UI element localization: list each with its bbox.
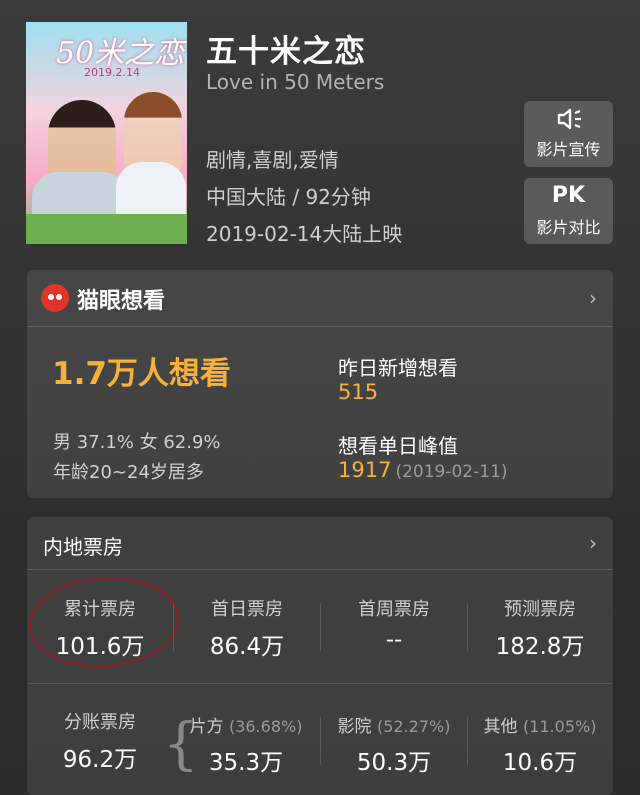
boxoffice-title: 内地票房	[43, 535, 123, 559]
split-cinema-pct: (52.27%)	[376, 717, 451, 736]
pk-button-label: 影片对比	[536, 218, 601, 237]
promo-button-label: 影片宣传	[536, 140, 601, 159]
speaker-icon	[557, 108, 581, 130]
boxoffice-forecast-value: 182.8万	[495, 634, 585, 660]
boxoffice-split-label: 分账票房	[64, 712, 136, 733]
movie-release-date: 2019-02-14大陆上映	[206, 222, 403, 246]
split-producer: 片方 (36.68%) 35.3万	[173, 712, 319, 777]
new-want-value: 515	[338, 380, 379, 404]
split-producer-label: 片方	[189, 717, 224, 737]
new-want-label: 昨日新增想看	[338, 356, 458, 380]
movie-poster[interactable]: 50米之恋 2019.2.14	[26, 22, 187, 244]
movie-title: 五十米之恋	[206, 34, 366, 70]
split-cinema-label: 影院	[337, 717, 372, 737]
split-other-pct: (11.05%)	[522, 717, 597, 736]
boxoffice-first-day-label: 首日票房	[211, 599, 283, 620]
boxoffice-split: 分账票房 96.2万	[27, 708, 173, 774]
peak-want-value: 1917	[338, 458, 392, 482]
peak-want-row: 1917 (2019-02-11)	[338, 458, 508, 482]
promo-button[interactable]: 影片宣传	[524, 101, 613, 167]
poster-grass	[26, 214, 187, 244]
boxoffice-first-week-label: 首周票房	[358, 599, 430, 620]
boxoffice-first-week-value: --	[385, 627, 403, 653]
split-producer-value: 35.3万	[208, 750, 284, 776]
boxoffice-header[interactable]: 内地票房 ›	[27, 517, 613, 570]
gender-ratio: 男 37.1% 女 62.9%	[53, 432, 221, 453]
chevron-right-icon: ›	[589, 531, 597, 555]
peak-want-label: 想看单日峰值	[338, 434, 458, 458]
movie-genres: 剧情,喜剧,爱情	[206, 148, 339, 172]
maoyan-brand: 猫眼想看	[77, 289, 166, 314]
split-producer-pct: (36.68%)	[228, 717, 303, 736]
peak-want-date: (2019-02-11)	[395, 462, 508, 482]
maoyan-want-card: 猫眼想看 › 1.7万人想看 男 37.1% 女 62.9% 年龄20~24岁居…	[27, 270, 613, 498]
split-cinema: 影院 (52.27%) 50.3万	[321, 712, 467, 777]
split-other-label: 其他	[483, 717, 518, 737]
boxoffice-forecast: 预测票房 182.8万	[467, 595, 613, 661]
boxoffice-first-day-value: 86.4万	[209, 634, 285, 660]
split-other-value: 10.6万	[502, 750, 578, 776]
boxoffice-split-value: 96.2万	[62, 747, 138, 773]
boxoffice-first-week: 首周票房 --	[321, 595, 467, 653]
pk-button[interactable]: PK 影片对比	[524, 178, 613, 244]
poster-date: 2019.2.14	[84, 66, 140, 79]
boxoffice-first-day: 首日票房 86.4万	[174, 595, 320, 661]
movie-subtitle: Love in 50 Meters	[206, 70, 385, 94]
split-other: 其他 (11.05%) 10.6万	[467, 712, 613, 777]
maoyan-want-header[interactable]: 猫眼想看 ›	[27, 270, 613, 327]
age-distribution: 年龄20~24岁居多	[53, 462, 204, 483]
boxoffice-card: 内地票房 › 累计票房 101.6万 首日票房 86.4万 首周票房 -- 预测…	[26, 517, 613, 795]
want-count: 1.7万人想看	[52, 356, 231, 392]
pk-icon: PK	[551, 183, 586, 208]
divider	[27, 683, 613, 684]
split-cinema-value: 50.3万	[356, 750, 432, 776]
movie-region-duration: 中国大陆 / 92分钟	[206, 185, 371, 209]
chevron-right-icon: ›	[589, 286, 597, 310]
boxoffice-forecast-label: 预测票房	[504, 599, 576, 620]
maoyan-cat-icon	[41, 284, 69, 312]
